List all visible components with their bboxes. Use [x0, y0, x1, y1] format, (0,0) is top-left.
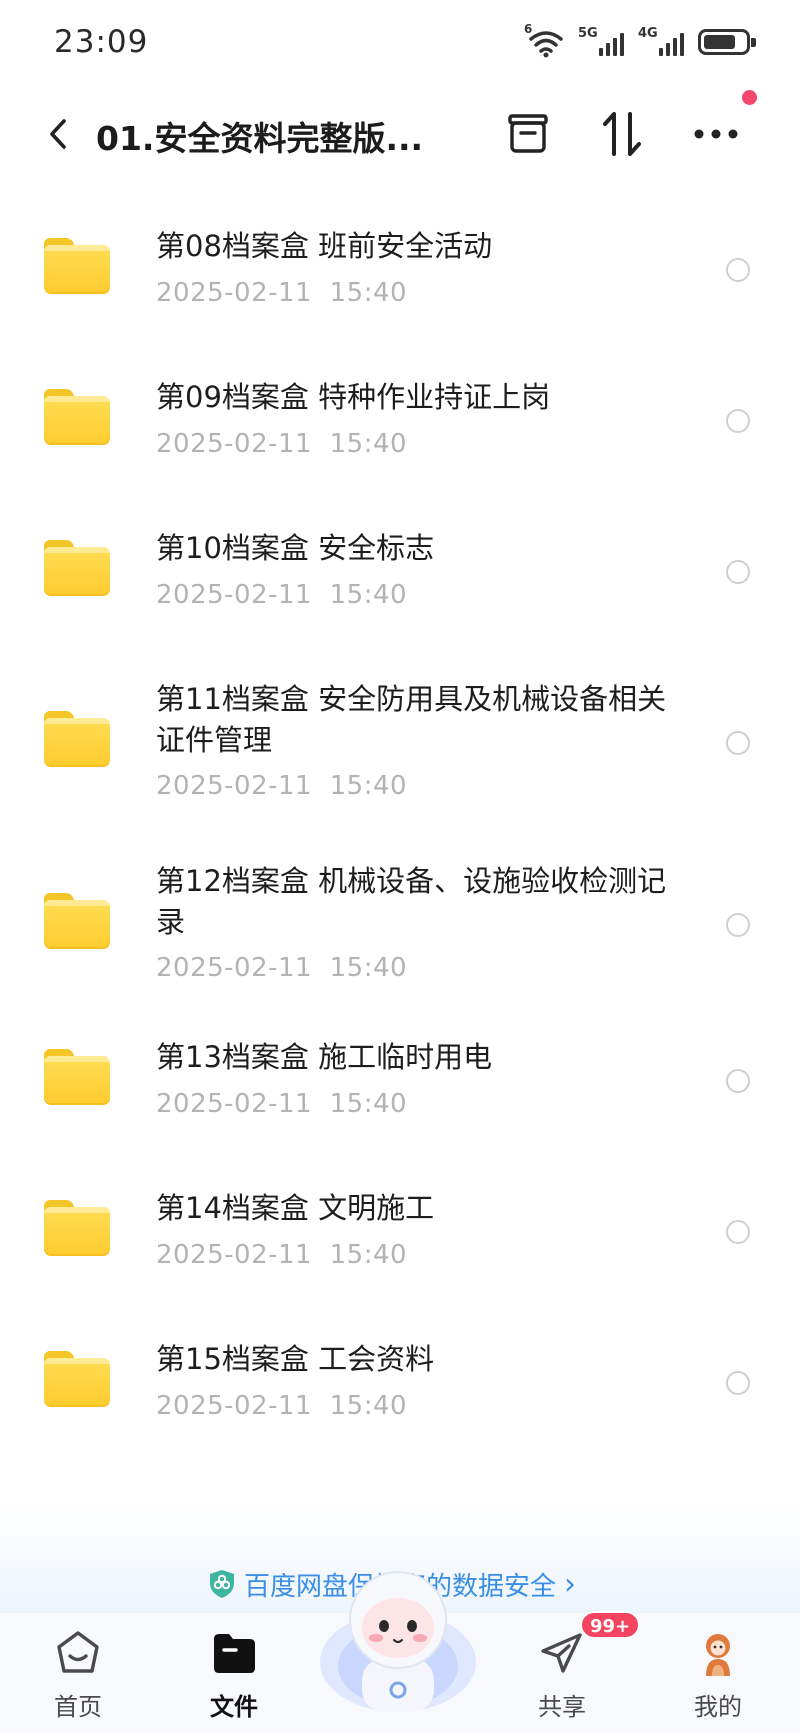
list-item[interactable]: 第09档案盒 特种作业持证上岗 2025-02-11 15:40	[0, 347, 800, 498]
file-name: 第11档案盒 安全防用具及机械设备相关证件管理	[156, 682, 667, 757]
folder-filled-icon	[214, 1634, 255, 1673]
file-date: 2025-02-11 15:40	[156, 278, 408, 308]
select-radio[interactable]	[726, 409, 750, 433]
file-name: 第12档案盒 机械设备、设施验收检测记录	[156, 864, 667, 939]
status-time: 23:09	[54, 24, 149, 60]
file-date: 2025-02-11 15:40	[156, 1089, 408, 1119]
list-item[interactable]: 第11档案盒 安全防用具及机械设备相关证件管理 2025-02-11 15:40	[0, 649, 800, 831]
select-radio[interactable]	[726, 731, 750, 755]
tab-share[interactable]: 共享	[502, 1627, 622, 1727]
list-item[interactable]: 第14档案盒 文明施工 2025-02-11 15:40	[0, 1158, 800, 1309]
folder-icon	[44, 238, 110, 294]
more-icon	[694, 129, 738, 139]
battery-icon	[698, 29, 756, 55]
file-name: 第13档案盒 施工临时用电	[156, 1040, 493, 1074]
file-name: 第08档案盒 班前安全活动	[156, 229, 493, 263]
file-name: 第14档案盒 文明施工	[156, 1191, 435, 1225]
share-badge: 99+	[580, 1611, 641, 1639]
select-radio[interactable]	[726, 258, 750, 282]
archive-icon	[508, 114, 548, 153]
more-button[interactable]	[688, 106, 744, 162]
signal-4g-icon: 4G	[638, 26, 684, 58]
file-date: 2025-02-11 15:40	[156, 580, 408, 610]
status-icons: 6 5G 4G	[524, 22, 756, 60]
paper-plane-icon	[541, 1633, 582, 1673]
back-icon	[50, 119, 66, 149]
folder-icon	[44, 893, 110, 949]
list-item[interactable]: 第10档案盒 安全标志 2025-02-11 15:40	[0, 498, 800, 649]
folder-icon	[44, 1049, 110, 1105]
select-radio[interactable]	[726, 560, 750, 584]
folder-icon	[44, 711, 110, 767]
back-button[interactable]	[36, 112, 80, 156]
sort-icon	[603, 112, 641, 156]
network-5g-label: 5G	[578, 26, 598, 41]
astronaut-mascot-icon	[320, 1571, 476, 1712]
list-item[interactable]: 第08档案盒 班前安全活动 2025-02-11 15:40	[0, 196, 800, 347]
mascot-button[interactable]	[318, 1562, 478, 1712]
list-item[interactable]: 第13档案盒 施工临时用电 2025-02-11 15:40	[0, 1007, 800, 1158]
folder-icon	[44, 389, 110, 445]
list-item[interactable]: 第15档案盒 工会资料 2025-02-11 15:40	[0, 1309, 800, 1460]
list-item[interactable]: 第12档案盒 机械设备、设施验收检测记录 2025-02-11 15:40	[0, 831, 800, 1007]
status-bar: 23:09 6 5G 4G	[0, 0, 800, 86]
file-date: 2025-02-11 15:40	[156, 1240, 408, 1270]
archive-button[interactable]	[500, 106, 556, 162]
folder-icon	[44, 540, 110, 596]
folder-icon	[44, 1351, 110, 1407]
notification-dot	[742, 90, 757, 105]
tab-share-label: 共享	[538, 1693, 586, 1721]
file-name: 第15档案盒 工会资料	[156, 1342, 435, 1376]
wifi-icon: 6	[524, 22, 564, 58]
select-radio[interactable]	[726, 1371, 750, 1395]
select-radio[interactable]	[726, 913, 750, 937]
tab-mine-label: 我的	[694, 1693, 742, 1721]
shield-icon	[210, 1570, 234, 1598]
tab-mine[interactable]: 我的	[658, 1627, 778, 1727]
tab-home[interactable]: 首页	[18, 1627, 138, 1727]
chevron-right-icon: ›	[564, 1566, 577, 1602]
file-date: 2025-02-11 15:40	[156, 953, 408, 983]
file-date: 2025-02-11 15:40	[156, 771, 408, 801]
signal-5g-icon: 5G	[578, 26, 624, 58]
home-face-icon	[57, 1631, 99, 1673]
tab-files-label: 文件	[210, 1693, 258, 1721]
select-radio[interactable]	[726, 1220, 750, 1244]
folder-icon	[44, 1200, 110, 1256]
file-date: 2025-02-11 15:40	[156, 1391, 408, 1421]
network-4g-label: 4G	[638, 26, 658, 41]
sort-button[interactable]	[594, 106, 650, 162]
file-name: 第09档案盒 特种作业持证上岗	[156, 380, 551, 414]
tab-home-label: 首页	[54, 1693, 102, 1721]
file-list: 第08档案盒 班前安全活动 2025-02-11 15:40 第09档案盒 特种…	[0, 196, 800, 1460]
file-name: 第10档案盒 安全标志	[156, 531, 435, 565]
page-title: 01.安全资料完整版...	[96, 119, 424, 158]
select-radio[interactable]	[726, 1069, 750, 1093]
avatar-icon	[706, 1634, 730, 1676]
file-date: 2025-02-11 15:40	[156, 429, 408, 459]
tab-files[interactable]: 文件	[174, 1627, 294, 1727]
header: 01.安全资料完整版...	[0, 86, 800, 182]
